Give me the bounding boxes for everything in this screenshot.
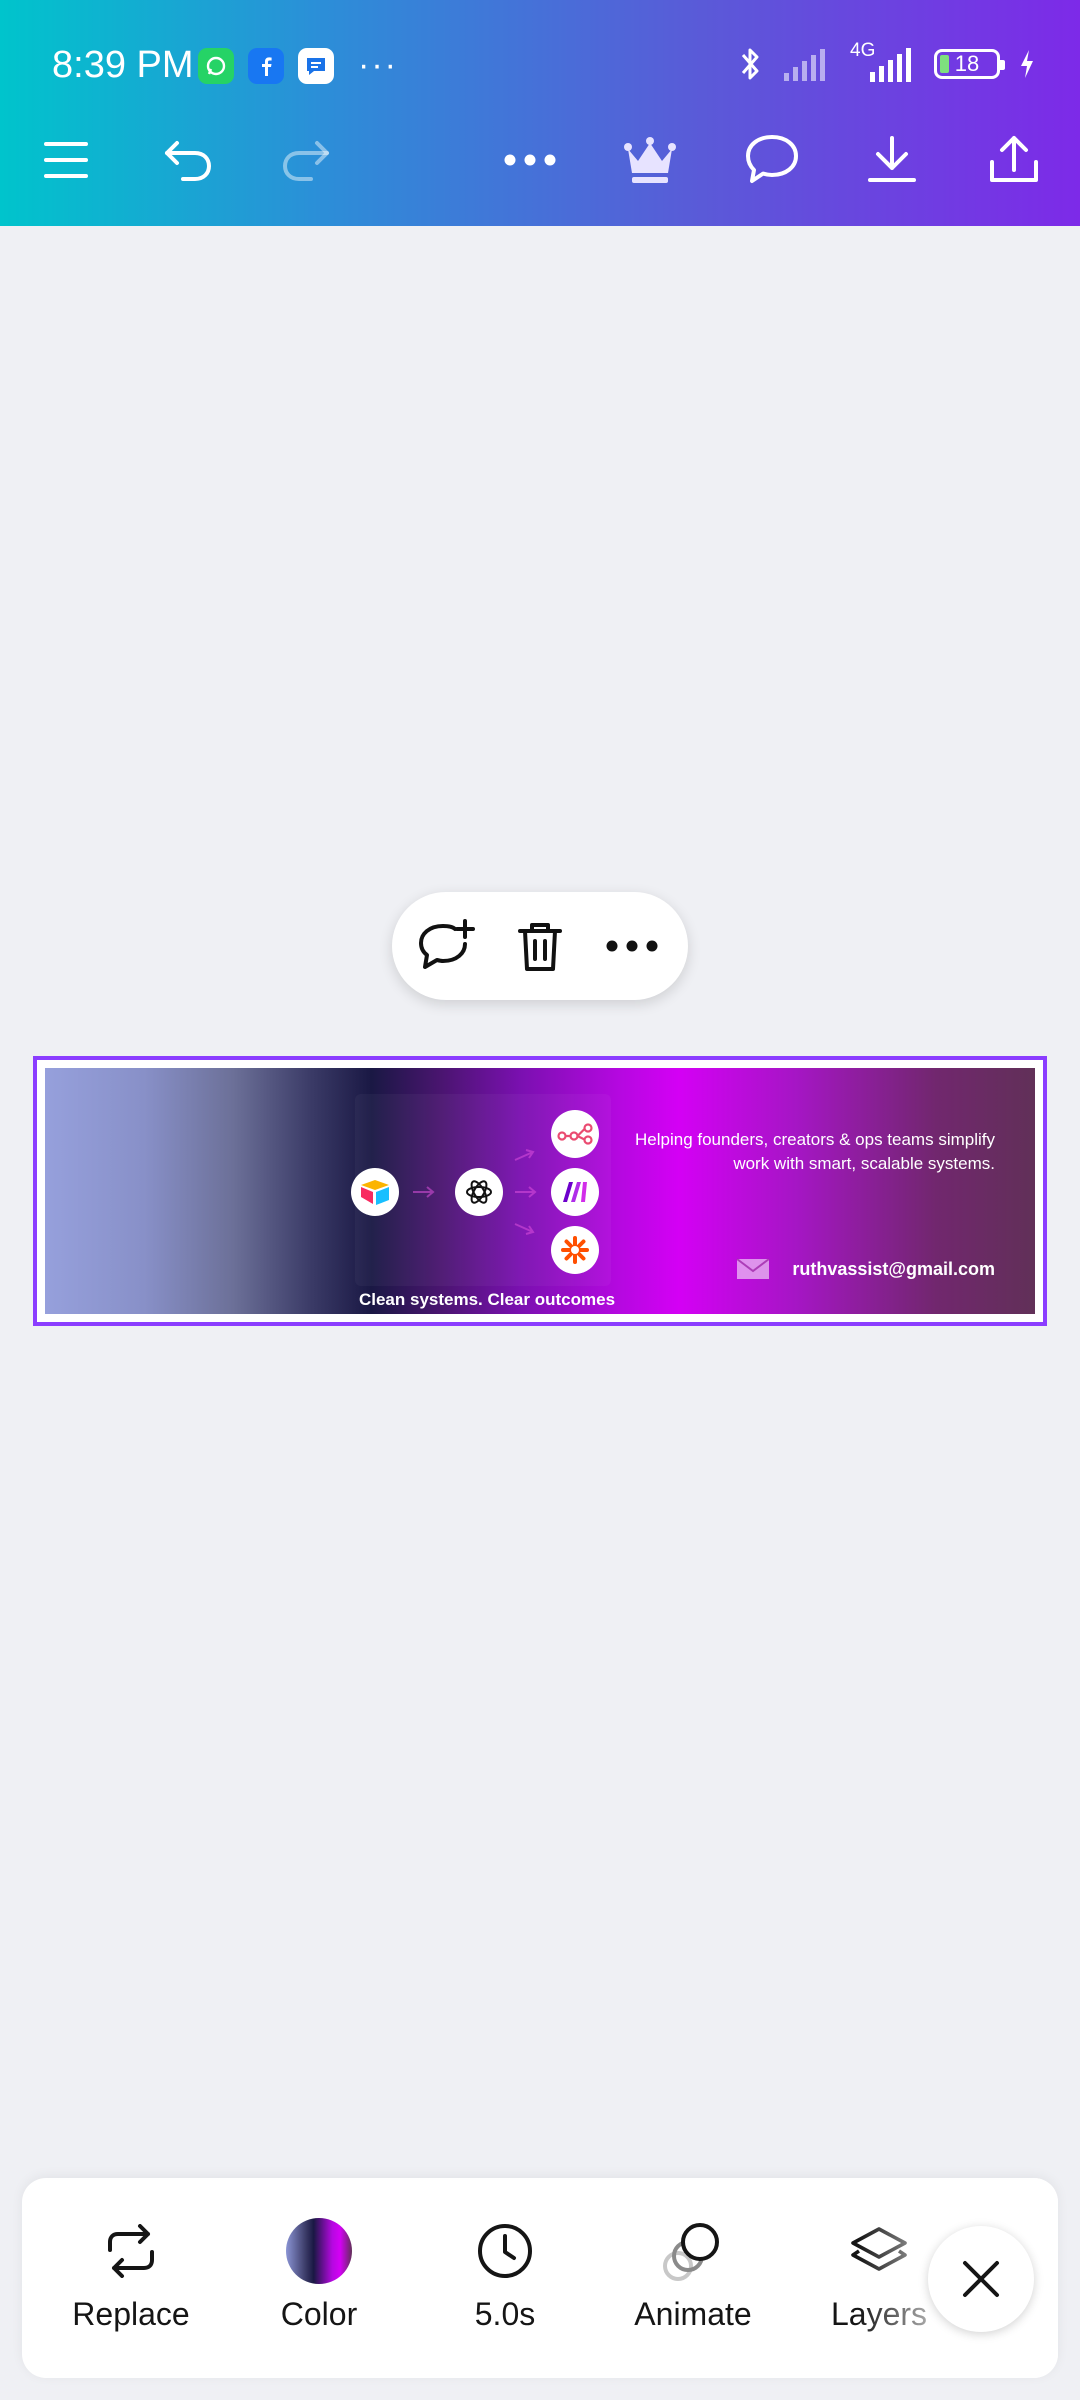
replace-icon: [108, 2224, 154, 2278]
more-options-button[interactable]: [490, 120, 570, 200]
facebook-icon: [248, 47, 284, 84]
comment-icon: [746, 135, 798, 183]
download-button[interactable]: [852, 120, 932, 200]
context-more-button[interactable]: [592, 906, 672, 986]
clock-icon: [478, 2224, 532, 2278]
element-context-menu: [392, 892, 688, 1000]
premium-button[interactable]: [610, 120, 690, 200]
redo-button[interactable]: [266, 120, 346, 200]
color-label: Color: [280, 2296, 358, 2332]
duration-label: 5.0s: [474, 2296, 536, 2332]
battery-level: 18: [954, 51, 980, 76]
design-tagline: Clean systems. Clear outcomes: [358, 1290, 616, 1309]
design-headline: Helping founders, creators & ops teams s…: [635, 1130, 995, 1173]
signal-icon: [784, 49, 825, 81]
animate-label: Animate: [634, 2296, 752, 2332]
bluetooth-icon: [741, 48, 759, 80]
menu-button[interactable]: [26, 120, 106, 200]
replace-label: Replace: [72, 2296, 190, 2332]
selected-design-frame[interactable]: Clean systems. Clear outcomes Helping fo…: [33, 1056, 1047, 1326]
menu-icon: [44, 142, 88, 178]
share-button[interactable]: [974, 120, 1054, 200]
share-icon: [990, 136, 1038, 182]
comment-button[interactable]: [732, 120, 812, 200]
premium-crown-icon: [624, 137, 676, 183]
replace-tool[interactable]: Replace: [56, 2216, 206, 2346]
close-panel-button[interactable]: [928, 2226, 1034, 2332]
design-banner[interactable]: Clean systems. Clear outcomes Helping fo…: [45, 1068, 1035, 1314]
more-options-icon: [504, 154, 556, 166]
status-time: 8:39 PM: [52, 44, 194, 86]
color-swatch-icon: [286, 2218, 352, 2284]
n8n-icon: [551, 1110, 599, 1158]
close-icon: [963, 2261, 999, 2297]
undo-icon: [165, 141, 212, 181]
status-bar: 8:39 PM ··· 4G 18: [0, 0, 1080, 130]
download-icon: [868, 136, 916, 182]
design-email: ruthvassist@gmail.com: [792, 1258, 995, 1279]
bottom-tool-panel: Replace Color 5.0s Animate Layers: [22, 2178, 1058, 2378]
redo-icon: [282, 141, 329, 181]
more-options-icon: [606, 940, 658, 952]
more-notifications: ···: [358, 46, 398, 84]
airtable-icon: [351, 1168, 399, 1216]
signal-4g: 4G: [848, 40, 916, 84]
envelope-icon: [736, 1258, 770, 1279]
charging-icon: [1021, 50, 1033, 78]
openai-icon: [455, 1168, 503, 1216]
app-header: 8:39 PM ··· 4G 18: [0, 0, 1080, 226]
battery-indicator: 18: [934, 49, 1005, 79]
zapier-icon: [551, 1226, 599, 1274]
email-row: ruthvassist@gmail.com: [736, 1258, 995, 1280]
whatsapp-icon: [198, 47, 234, 84]
make-icon: [551, 1168, 599, 1216]
delete-button[interactable]: [500, 906, 580, 986]
color-tool[interactable]: Color: [244, 2216, 394, 2346]
animate-icon: [663, 2223, 719, 2281]
notification-icons: ···: [198, 46, 398, 85]
add-comment-button[interactable]: [406, 906, 486, 986]
add-comment-icon: [419, 919, 475, 969]
animate-tool[interactable]: Animate: [618, 2216, 768, 2346]
undo-button[interactable]: [148, 120, 228, 200]
duration-tool[interactable]: 5.0s: [430, 2216, 580, 2346]
editor-toolbar: [0, 120, 1080, 200]
messages-icon: [298, 47, 334, 84]
delete-icon: [518, 923, 562, 971]
status-right: 4G 18: [738, 40, 1036, 84]
